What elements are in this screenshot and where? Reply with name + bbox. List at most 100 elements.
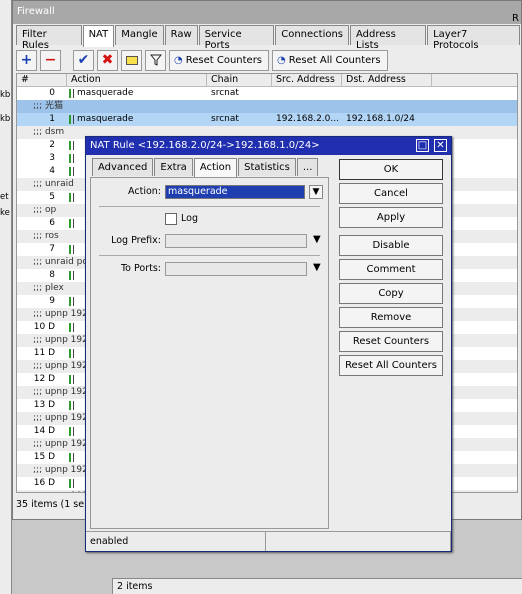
row-src: 192.168.2.0...: [276, 114, 339, 124]
chevron-down-icon[interactable]: ▼: [309, 185, 323, 199]
dialog-tabs: Advanced Extra Action Statistics ...: [92, 158, 319, 178]
note-icon[interactable]: [121, 49, 142, 71]
rule-marker-icon: [69, 427, 75, 436]
tab-connections[interactable]: Connections: [275, 25, 350, 45]
comment-button[interactable]: Comment: [339, 259, 443, 280]
row-comment: ;;; op: [33, 205, 57, 215]
reset-all-counters-button[interactable]: ◔ Reset All Counters: [272, 49, 388, 71]
log-prefix-input[interactable]: [165, 234, 307, 248]
tab-more[interactable]: ...: [296, 158, 319, 176]
row-comment: ;;; unraid pc: [33, 257, 88, 267]
col-num[interactable]: #: [17, 74, 67, 86]
row-number: 9: [49, 296, 55, 306]
strip-text: kb: [0, 90, 11, 100]
divider: [99, 255, 320, 256]
rule-marker-icon: [69, 297, 75, 306]
rule-marker-icon: [69, 89, 75, 98]
maximize-icon[interactable]: □: [416, 139, 429, 152]
row-comment: ;;; plex: [33, 283, 64, 293]
cancel-button[interactable]: Cancel: [339, 183, 443, 204]
row-dst: [342, 87, 432, 100]
tab-layer7-protocols[interactable]: Layer7 Protocols: [427, 25, 520, 51]
table-row[interactable]: 0 masquerade srcnat: [17, 87, 517, 100]
tab-address-lists[interactable]: Address Lists: [350, 25, 427, 51]
row-number: 13 D: [33, 400, 55, 410]
row-number: 14 D: [33, 426, 55, 436]
row-number: 0: [49, 88, 55, 98]
reset-counters-button[interactable]: Reset Counters: [339, 331, 443, 352]
col-action[interactable]: Action: [67, 74, 207, 86]
apply-button[interactable]: Apply: [339, 207, 443, 228]
row-number: 10 D: [33, 322, 55, 332]
copy-button[interactable]: Copy: [339, 283, 443, 304]
plus-icon[interactable]: +: [16, 49, 37, 71]
rule-status: enabled: [86, 532, 266, 551]
row-number: 15 D: [33, 452, 55, 462]
divider: [99, 206, 320, 207]
row-number: 2: [49, 140, 55, 150]
table-header: # Action Chain Src. Address Dst. Address: [17, 74, 517, 87]
row-number: 11 D: [33, 348, 55, 358]
row-number: 7: [49, 244, 55, 254]
firewall-tabs: Filter Rules NAT Mangle Raw Service Port…: [16, 25, 521, 51]
ok-button[interactable]: OK: [339, 159, 443, 180]
remove-button[interactable]: Remove: [339, 307, 443, 328]
row-chain: srcnat: [211, 114, 239, 124]
row-comment: ;;; 光猫: [33, 101, 63, 111]
tab-extra[interactable]: Extra: [154, 158, 193, 176]
status-cell: [266, 532, 451, 551]
rule-marker-icon: [69, 401, 75, 410]
row-number: 6: [49, 218, 55, 228]
row-comment: ;;; unraid: [33, 179, 74, 189]
disable-button[interactable]: Disable: [339, 235, 443, 256]
rule-marker-icon: [69, 349, 75, 358]
action-select[interactable]: masquerade: [165, 185, 305, 199]
action-label: Action:: [128, 186, 161, 197]
tab-nat[interactable]: NAT: [82, 25, 115, 47]
bottom-status: 2 items: [112, 578, 522, 594]
chevron-down-icon[interactable]: ▼: [313, 234, 321, 245]
row-number: 12 D: [33, 374, 55, 384]
strip-text: et: [0, 192, 9, 202]
tab-action[interactable]: Action: [193, 158, 238, 178]
row-number: 4: [49, 166, 55, 176]
col-chain[interactable]: Chain: [207, 74, 272, 86]
tab-advanced[interactable]: Advanced: [92, 158, 154, 176]
close-icon[interactable]: ✕: [434, 139, 447, 152]
to-ports-label: To Ports:: [120, 263, 161, 274]
rule-marker-icon: [69, 193, 75, 202]
comment-row[interactable]: ;;; 光猫: [17, 100, 517, 113]
row-chain: srcnat: [211, 88, 239, 98]
reset-all-counters-button[interactable]: Reset All Counters: [339, 355, 443, 376]
col-dst[interactable]: Dst. Address: [342, 74, 432, 86]
action-panel: Action: masquerade ▼ Log Log Prefix: ▼ T…: [90, 177, 329, 529]
strip-text: ke: [0, 208, 10, 218]
row-number: 8: [49, 270, 55, 280]
funnel-icon[interactable]: [145, 49, 166, 71]
toolbar: + − ✔ ✖ ◔ Reset Counters ◔ Reset All Count…: [16, 48, 518, 72]
log-checkbox[interactable]: [165, 213, 177, 225]
background-window-strip: kb kb et ke: [0, 0, 12, 594]
rule-marker-icon: [69, 323, 75, 332]
check-icon[interactable]: ✔: [73, 49, 94, 71]
corner-letter: R: [512, 13, 519, 24]
row-number: 3: [49, 153, 55, 163]
minus-icon[interactable]: −: [40, 49, 61, 71]
log-prefix-label: Log Prefix:: [111, 235, 161, 246]
tab-raw[interactable]: Raw: [164, 25, 198, 45]
tab-mangle[interactable]: Mangle: [115, 25, 164, 45]
table-row[interactable]: 1 masquerade srcnat 192.168.2.0... 192.168.1…: [17, 113, 517, 126]
row-comment: ;;; ros: [33, 231, 59, 241]
rule-marker-icon: [69, 479, 75, 488]
tab-service-ports[interactable]: Service Ports: [198, 25, 275, 51]
log-label: Log: [181, 213, 198, 224]
col-src[interactable]: Src. Address: [272, 74, 342, 86]
x-icon[interactable]: ✖: [97, 49, 118, 71]
row-src: [272, 87, 342, 100]
reset-counters-button[interactable]: ◔ Reset Counters: [169, 49, 270, 71]
rule-marker-icon: [69, 154, 75, 163]
chevron-down-icon[interactable]: ▼: [313, 262, 321, 273]
tab-statistics[interactable]: Statistics: [238, 158, 296, 176]
to-ports-input[interactable]: [165, 262, 307, 276]
tab-filter-rules[interactable]: Filter Rules: [16, 25, 82, 51]
